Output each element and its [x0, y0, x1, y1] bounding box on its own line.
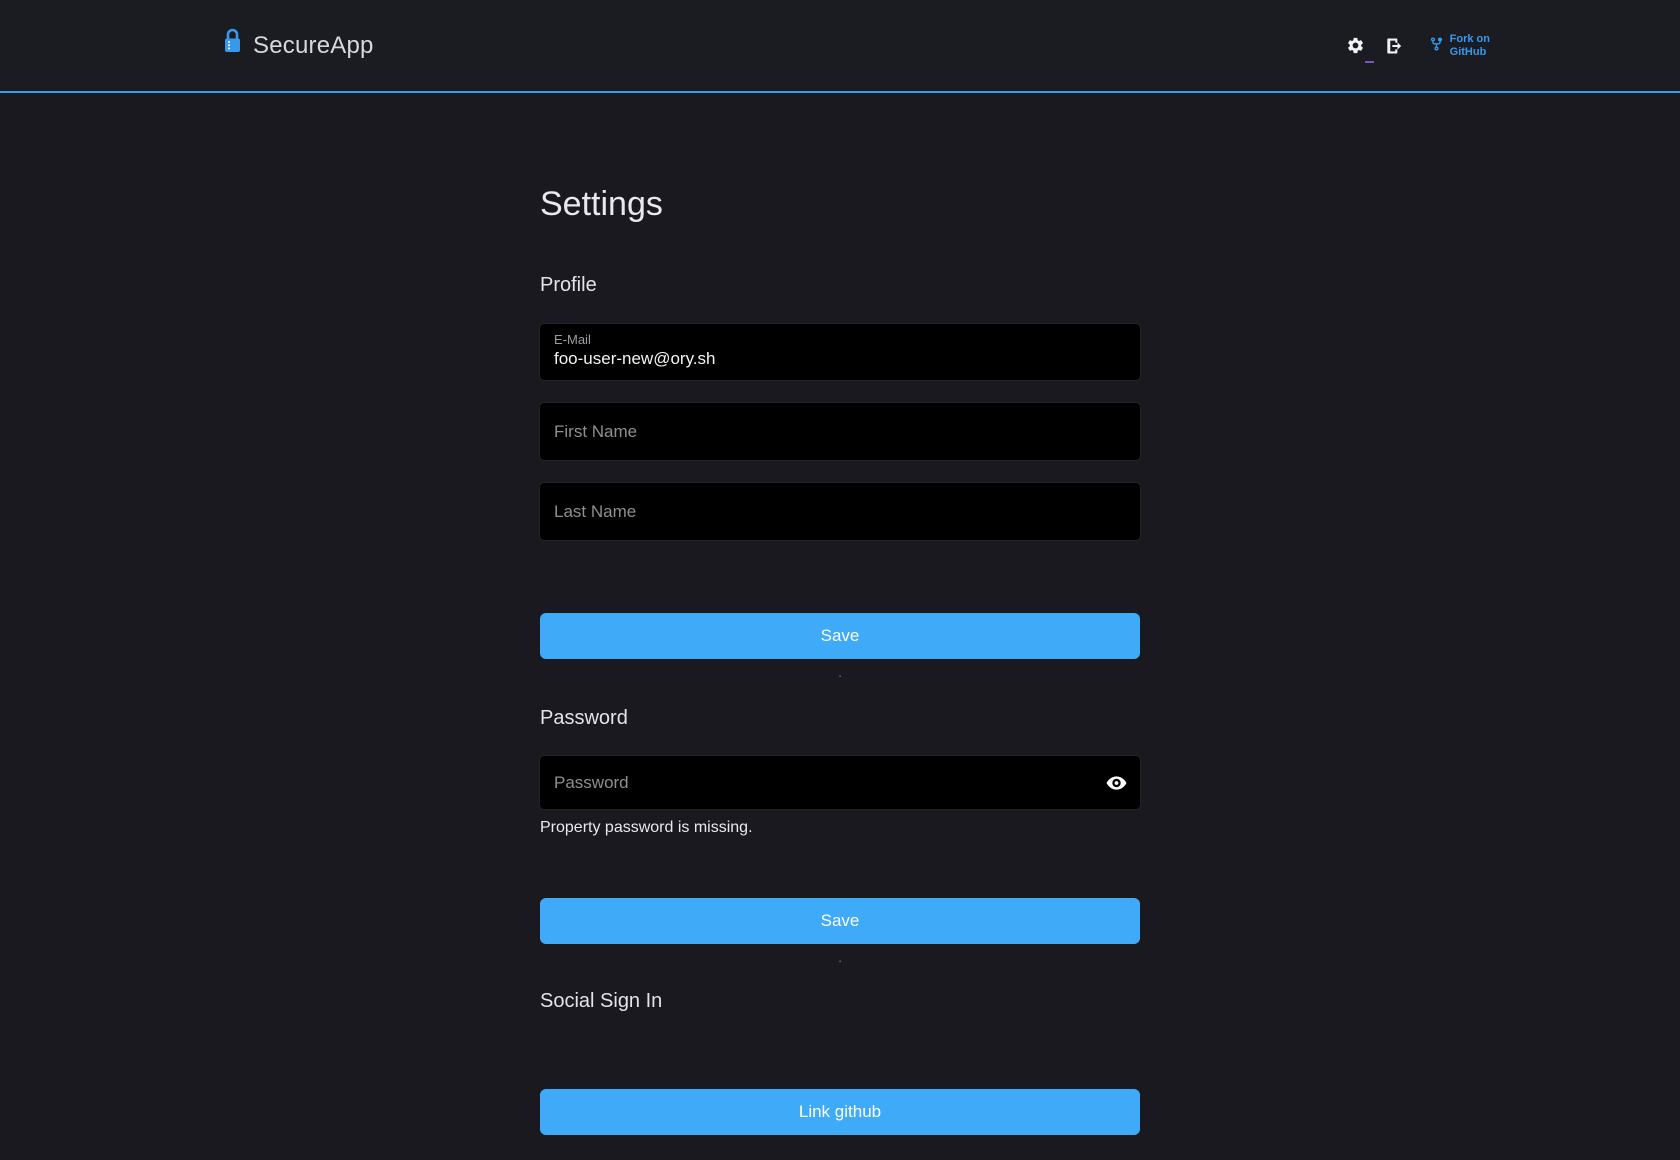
cursor-underscore	[1365, 61, 1374, 63]
social-section-heading: Social Sign In	[540, 990, 1140, 1013]
password-error-message: Property password is missing.	[540, 819, 1140, 837]
password-section-heading: Password	[540, 707, 1140, 730]
email-field[interactable]: E-Mail	[540, 324, 1140, 380]
password-save-dot: .	[540, 950, 1140, 964]
brand: SecureApp	[222, 27, 374, 65]
email-field-label: E-Mail	[554, 332, 1126, 347]
email-input[interactable]	[554, 347, 1126, 369]
app-title: SecureApp	[253, 32, 374, 60]
profile-save-dot: .	[540, 665, 1140, 679]
password-input[interactable]	[540, 756, 1140, 809]
fork-link-text: Fork on GitHub	[1450, 33, 1490, 59]
eye-icon	[1106, 778, 1127, 793]
gear-icon	[1346, 43, 1365, 58]
fork-on-github-link[interactable]: Fork on GitHub	[1429, 33, 1490, 59]
app-header: SecureApp	[0, 0, 1680, 93]
page-title: Settings	[540, 185, 1140, 224]
first-name-input[interactable]	[540, 403, 1140, 460]
password-field	[540, 756, 1140, 809]
settings-gear-button[interactable]	[1346, 36, 1365, 55]
password-save-button[interactable]: Save	[540, 898, 1140, 944]
profile-section-heading: Profile	[540, 274, 1140, 297]
toggle-password-visibility-button[interactable]	[1106, 775, 1127, 790]
git-fork-icon	[1429, 36, 1444, 56]
settings-page: Settings Profile E-Mail Save . Password …	[540, 185, 1140, 1135]
last-name-input[interactable]	[540, 483, 1140, 540]
lock-icon	[222, 27, 243, 55]
profile-save-button[interactable]: Save	[540, 613, 1140, 659]
logout-icon	[1384, 44, 1404, 59]
logout-button[interactable]	[1384, 36, 1404, 56]
header-actions: Fork on GitHub	[1346, 33, 1490, 59]
link-github-button[interactable]: Link github	[540, 1089, 1140, 1135]
